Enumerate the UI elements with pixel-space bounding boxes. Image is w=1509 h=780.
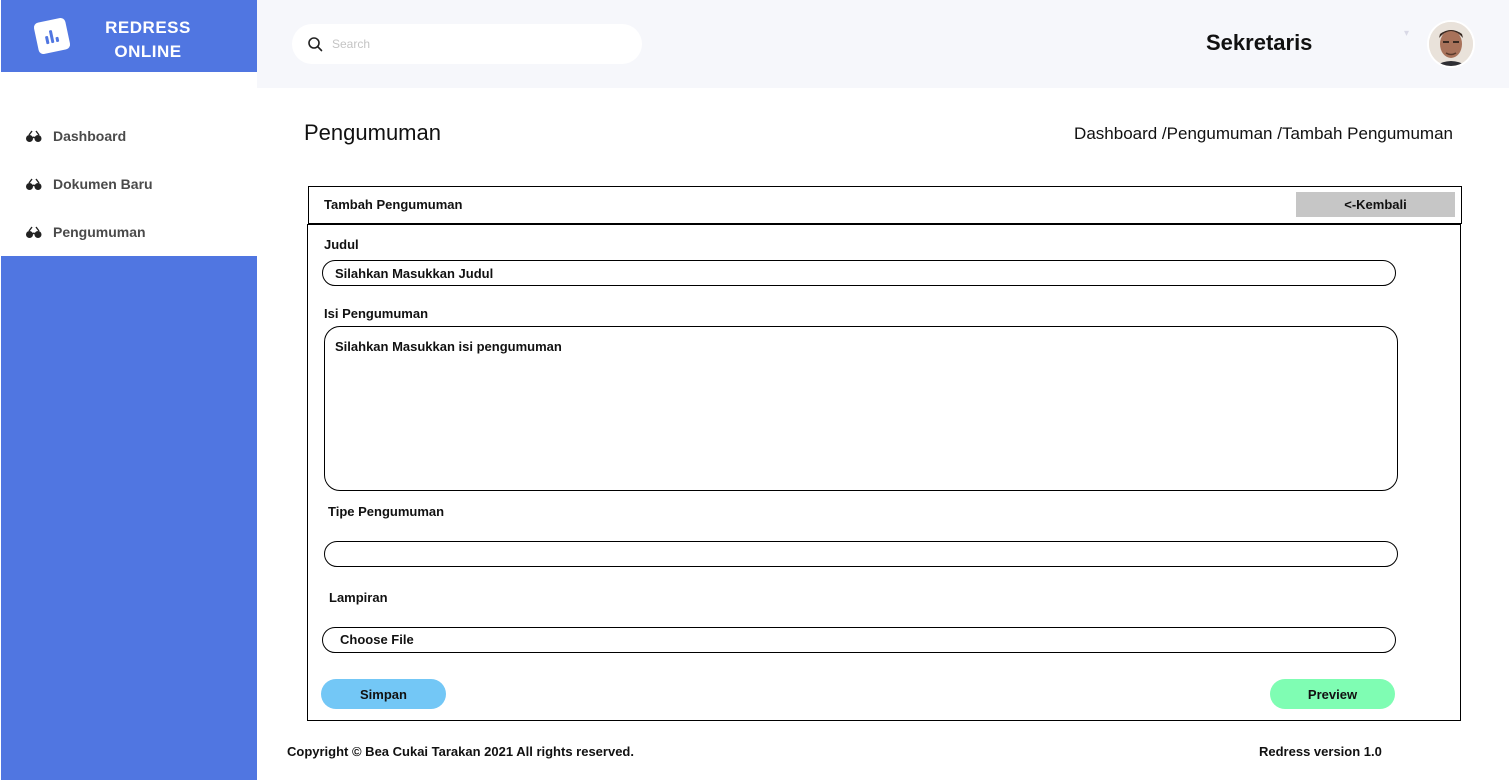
user-photo <box>1429 22 1473 66</box>
choose-file-label: Choose File <box>340 632 414 647</box>
form-card: Judul Isi Pengumuman Silahkan Masukkan i… <box>307 224 1461 721</box>
glasses-icon <box>26 226 42 238</box>
lampiran-label: Lampiran <box>329 590 388 605</box>
choose-file-input[interactable]: Choose File <box>322 627 1396 653</box>
sidebar-item-label: Pengumuman <box>53 224 146 240</box>
sidebar-item-label: Dashboard <box>53 128 127 144</box>
preview-button[interactable]: Preview <box>1270 679 1395 709</box>
glasses-icon <box>26 130 42 142</box>
chart-bars-icon <box>33 17 71 55</box>
page-title: Pengumuman <box>304 120 441 145</box>
judul-label: Judul <box>324 237 359 252</box>
search-box[interactable] <box>292 24 642 64</box>
topbar: Sekretaris ▾ <box>257 0 1509 88</box>
tipe-pengumuman-input[interactable] <box>324 541 1398 567</box>
sidebar-item-dashboard[interactable]: Dashboard <box>1 116 257 156</box>
sidebar-item-label: Dokumen Baru <box>53 176 153 192</box>
card-header: Tambah Pengumuman <-Kembali <box>308 186 1462 224</box>
search-input[interactable] <box>332 34 622 54</box>
brand-name: REDRESS ONLINE <box>93 16 203 64</box>
back-button[interactable]: <-Kembali <box>1296 192 1455 217</box>
glasses-icon <box>26 178 42 190</box>
footer-copyright: Copyright © Bea Cukai Tarakan 2021 All r… <box>287 744 634 759</box>
sidebar-item-dokumen-baru[interactable]: Dokumen Baru <box>1 164 257 204</box>
footer-version: Redress version 1.0 <box>1259 744 1382 759</box>
isi-pengumuman-textarea[interactable]: Silahkan Masukkan isi pengumuman <box>324 326 1398 491</box>
sidebar-menu: Dashboard Dokumen Baru Pengumuman <box>1 72 257 256</box>
chevron-down-icon[interactable]: ▾ <box>1404 28 1409 39</box>
simpan-button[interactable]: Simpan <box>321 679 446 709</box>
user-role: Sekretaris <box>1206 30 1313 55</box>
isi-pengumuman-label: Isi Pengumuman <box>324 306 429 321</box>
search-icon <box>308 37 323 52</box>
brand[interactable]: REDRESS ONLINE <box>1 0 257 72</box>
judul-input[interactable] <box>322 260 1396 286</box>
brand-line-2: ONLINE <box>114 42 182 61</box>
avatar[interactable] <box>1429 22 1473 66</box>
tipe-pengumuman-label: Tipe Pengumuman <box>328 504 445 519</box>
brand-line-1: REDRESS <box>105 18 191 37</box>
sidebar: REDRESS ONLINE Dashboard Dokumen Baru Pe… <box>1 0 257 780</box>
sidebar-item-pengumuman[interactable]: Pengumuman <box>1 212 257 252</box>
breadcrumb[interactable]: Dashboard /Pengumuman /Tambah Pengumuman <box>1074 124 1453 144</box>
card-title: Tambah Pengumuman <box>324 197 463 212</box>
